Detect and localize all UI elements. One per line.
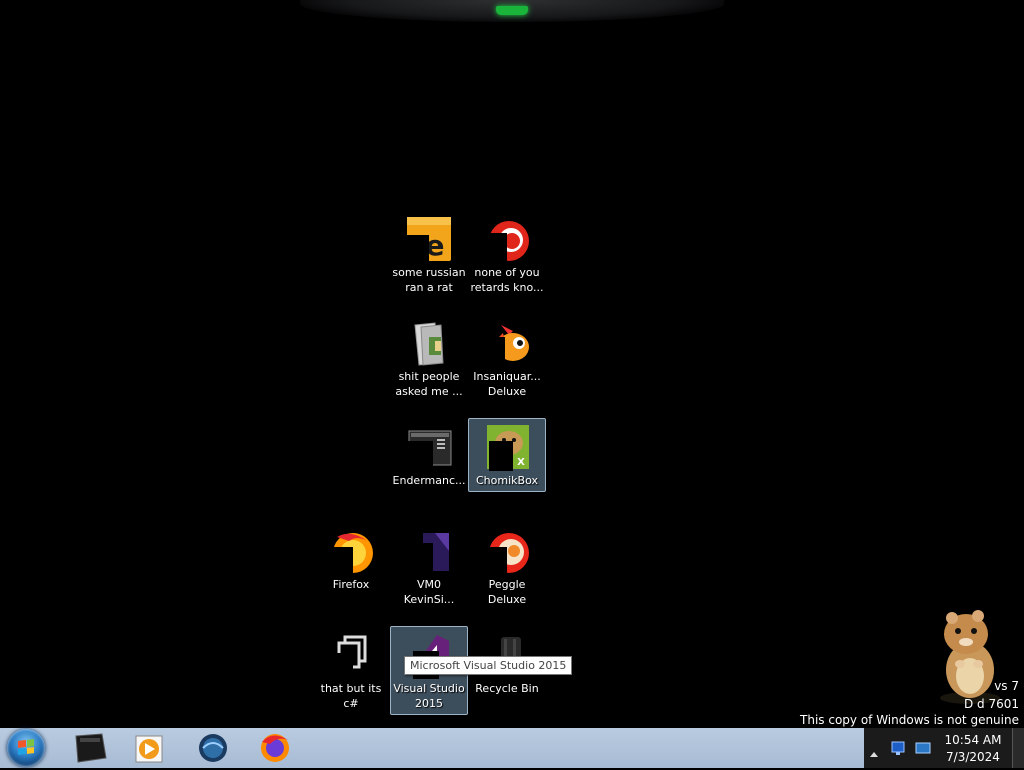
desktop-icon-vm0[interactable]: VM0 KevinSi... (390, 522, 468, 611)
clock-time: 10:54 AM (944, 733, 1002, 747)
icon-label: none of you retards kno... (470, 266, 544, 294)
desktop-icon-russian-rat[interactable]: e some russian ran a rat (390, 210, 468, 299)
taskbar-monitor-app[interactable] (62, 730, 118, 766)
monitor-app-icon (75, 733, 107, 763)
firefox-icon (261, 734, 289, 762)
icon-label: VM0 KevinSi... (403, 578, 455, 606)
desktop-icon-firefox[interactable]: Firefox (312, 522, 390, 596)
watermark-build: D d 7601 (963, 697, 1019, 711)
hamster-box-icon: X (483, 423, 531, 471)
clock-date: 7/3/2024 (946, 750, 1000, 764)
tooltip: Microsoft Visual Studio 2015 (404, 656, 573, 675)
icon-label: Visual Studio 2015 (393, 682, 465, 710)
svg-text:X: X (517, 457, 525, 468)
green-indicator-light (496, 6, 528, 15)
red-swirl-icon (483, 215, 531, 263)
media-player-icon (135, 735, 163, 763)
taskbar-browser[interactable] (184, 730, 240, 766)
windows-logo-icon (18, 739, 34, 755)
fish-icon (483, 319, 531, 367)
taskbar-media-player[interactable] (120, 730, 176, 766)
icon-label: ChomikBox (476, 474, 538, 487)
desktop-icon-peggle[interactable]: Peggle Deluxe (468, 522, 546, 611)
icon-label: Recycle Bin (475, 682, 539, 695)
desktop-icon-insaniquarium[interactable]: Insaniquar... Deluxe (468, 314, 546, 403)
desktop-icon-that-but-csharp[interactable]: that but its c# (312, 626, 390, 715)
icon-label: Firefox (332, 578, 370, 591)
desktop-icon-chomikbox[interactable]: X ChomikBox (468, 418, 546, 492)
peggle-icon (483, 527, 531, 575)
icon-label: some russian ran a rat (392, 266, 466, 294)
icon-label: Endermanc... (392, 474, 466, 487)
action-center-tray-icon[interactable] (914, 740, 932, 756)
show-hidden-icons-arrow[interactable] (870, 744, 878, 757)
taskbar-firefox[interactable] (246, 730, 302, 766)
icon-label: Insaniquar... Deluxe (473, 370, 541, 398)
icon-label: Peggle Deluxe (487, 578, 527, 606)
watermark-line1: vs 7 (994, 679, 1019, 693)
icon-label: that but its c# (320, 682, 382, 710)
file-e-icon: e (405, 215, 453, 263)
start-button[interactable] (4, 728, 48, 768)
terminal-window-icon (405, 423, 453, 471)
firefox-icon (327, 527, 375, 575)
vm-icon (405, 527, 453, 575)
desktop-icon-none-of-you[interactable]: none of you retards kno... (468, 210, 546, 299)
clock[interactable]: 10:54 AM 7/3/2024 (936, 732, 1010, 766)
icon-label: shit people asked me ... (395, 370, 463, 398)
desktop-icon-endermanch[interactable]: Endermanc... (390, 418, 468, 492)
shortcut-copy-icon (327, 631, 375, 679)
watermark-not-genuine: This copy of Windows is not genuine (800, 713, 1019, 727)
show-desktop-button[interactable] (1012, 728, 1024, 768)
folder-icon (405, 319, 453, 367)
desktop-icon-shit-people[interactable]: shit people asked me ... (390, 314, 468, 403)
network-tray-icon[interactable] (890, 740, 908, 756)
top-gadget (300, 0, 724, 22)
browser-globe-icon (199, 734, 227, 762)
